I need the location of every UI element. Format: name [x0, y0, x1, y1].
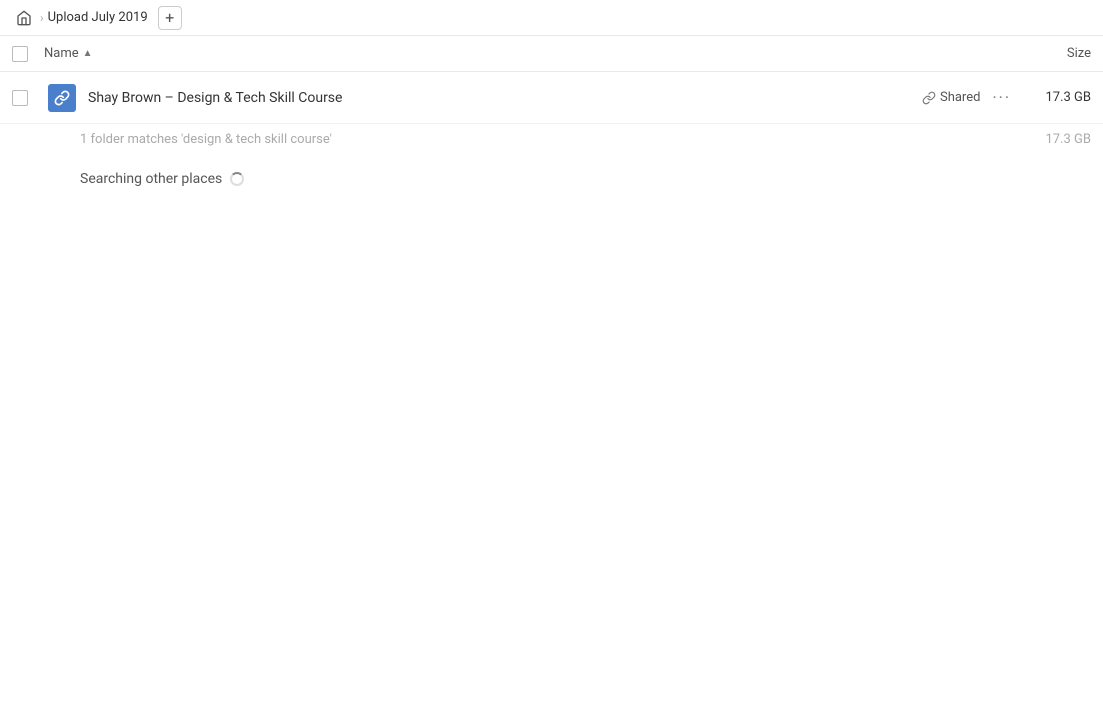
column-headers: Name ▲ Size	[0, 36, 1103, 72]
searching-label: Searching other places	[80, 171, 222, 187]
file-actions: Shared ···	[922, 88, 1011, 107]
table-row[interactable]: Shay Brown – Design & Tech Skill Course …	[0, 72, 1103, 124]
select-all-col	[12, 46, 44, 62]
summary-text: 1 folder matches 'design & tech skill co…	[80, 132, 1011, 147]
select-all-checkbox[interactable]	[12, 46, 28, 62]
size-column-header[interactable]: Size	[1011, 46, 1091, 61]
breadcrumb-title: Upload July 2019	[48, 10, 148, 25]
searching-section: Searching other places	[0, 155, 1103, 203]
file-name-col: Shay Brown – Design & Tech Skill Course	[80, 90, 922, 106]
shared-badge: Shared	[922, 90, 980, 105]
file-size: 17.3 GB	[1011, 90, 1091, 105]
shared-label: Shared	[940, 90, 980, 105]
link-icon	[922, 91, 936, 105]
file-name: Shay Brown – Design & Tech Skill Course	[88, 90, 342, 106]
sort-arrow: ▲	[83, 48, 93, 59]
row-checkbox[interactable]	[12, 90, 28, 106]
folder-icon	[48, 84, 76, 112]
more-options-button[interactable]: ···	[992, 88, 1011, 107]
add-button[interactable]: +	[158, 6, 182, 30]
breadcrumb-bar: › Upload July 2019 +	[0, 0, 1103, 36]
summary-size: 17.3 GB	[1011, 132, 1091, 147]
home-icon[interactable]	[12, 6, 36, 30]
row-checkbox-col	[12, 90, 44, 106]
loading-spinner	[230, 172, 244, 186]
name-label: Name	[44, 46, 79, 61]
breadcrumb-separator: ›	[40, 11, 44, 25]
summary-row: 1 folder matches 'design & tech skill co…	[0, 124, 1103, 155]
name-column-header[interactable]: Name ▲	[44, 46, 1011, 61]
file-icon-col	[44, 84, 80, 112]
